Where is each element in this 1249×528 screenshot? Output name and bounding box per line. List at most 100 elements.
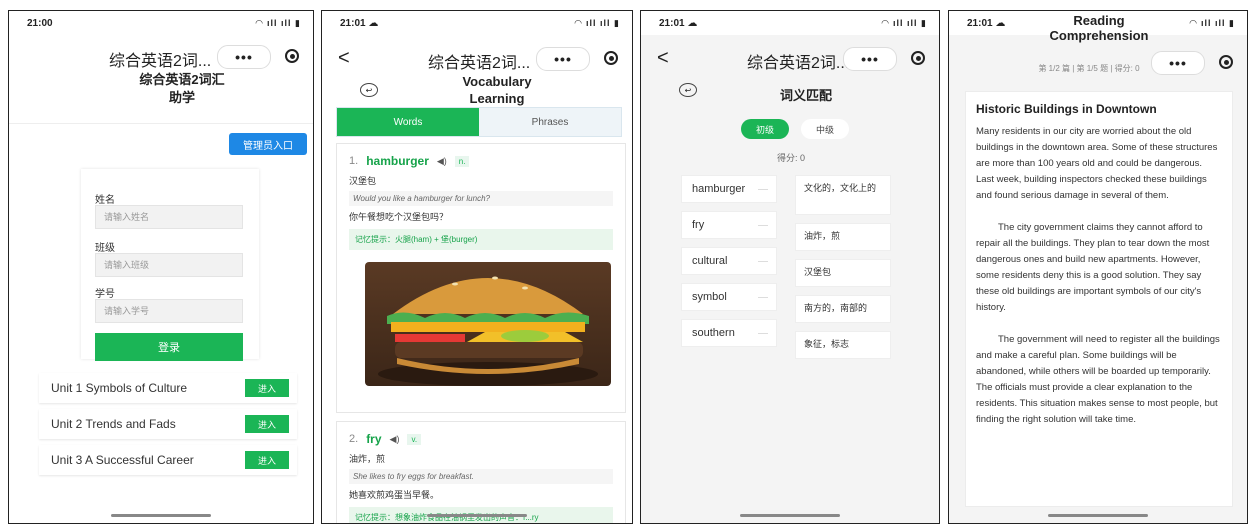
match-meaning-option[interactable]: 油炸，煎 <box>795 223 891 251</box>
more-menu-button[interactable]: ••• <box>843 47 897 71</box>
phone-screen-login: 21:00 ◠ ıll ıll ▮ 综合英语2词... ••• 综合英语2词汇 … <box>8 10 314 524</box>
enter-button[interactable]: 进入 <box>245 451 289 469</box>
page-title-line2: Learning <box>469 91 525 106</box>
word-card: 1. hamburger ◀) n. 汉堡包 Would you like a … <box>336 143 626 413</box>
unit-row[interactable]: Unit 3 A Successful Career 进入 <box>39 445 297 475</box>
part-of-speech-badge: v. <box>407 433 422 445</box>
page-title-line1: 综合英语2词汇 <box>139 72 225 87</box>
word-meaning: 汉堡包 <box>349 176 377 186</box>
tab-words[interactable]: Words <box>337 108 479 136</box>
hamburger-image <box>365 262 611 386</box>
status-time: 21:01 ☁ <box>340 17 379 29</box>
match-word-option[interactable]: hamburger <box>681 175 777 203</box>
unit-row[interactable]: Unit 2 Trends and Fads 进入 <box>39 409 297 439</box>
match-word-option[interactable]: fry <box>681 211 777 239</box>
page-title: Reading Comprehension <box>1019 13 1179 43</box>
status-bar: 21:01 ☁ ◠ ıll ıll ▮ <box>641 11 939 35</box>
page-title-line2: Comprehension <box>1049 28 1149 43</box>
login-form: 姓名 请输入姓名 班级 请输入班级 学号 请输入学号 登录 <box>81 169 259 361</box>
level-intermediate-button[interactable]: 中级 <box>801 119 849 139</box>
close-target-icon[interactable] <box>285 49 299 63</box>
close-target-icon[interactable] <box>911 51 925 65</box>
class-input[interactable]: 请输入班级 <box>95 253 243 277</box>
match-meaning-option[interactable]: 文化的，文化上的 <box>795 175 891 215</box>
name-label: 姓名 <box>95 195 115 206</box>
unit-name: Unit 2 Trends and Fads <box>51 417 176 431</box>
return-icon[interactable]: ↩ <box>360 83 378 97</box>
word-number: 2. <box>349 433 359 445</box>
status-time: 21:01 ☁ <box>967 17 1006 29</box>
student-id-label: 学号 <box>95 289 115 300</box>
status-time: 21:00 <box>27 17 53 29</box>
unit-row[interactable]: Unit 1 Symbols of Culture 进入 <box>39 373 297 403</box>
signal-battery-icon: ◠ ıll ıll ▮ <box>881 17 927 28</box>
nav-title: 综合英语2词... <box>109 53 212 70</box>
match-word-option[interactable]: southern <box>681 319 777 347</box>
signal-battery-icon: ◠ ıll ıll ▮ <box>1189 17 1235 28</box>
match-word-option[interactable]: cultural <box>681 247 777 275</box>
word-number: 1. <box>349 155 359 167</box>
return-icon[interactable]: ↩ <box>679 83 697 97</box>
nav-title: 综合英语2词... <box>747 55 850 72</box>
name-input[interactable]: 请输入姓名 <box>95 205 243 229</box>
passage-paragraph: The government will need to register all… <box>976 334 1220 425</box>
close-target-icon[interactable] <box>604 51 618 65</box>
unit-name: Unit 1 Symbols of Culture <box>51 381 188 395</box>
progress-text: 第 1/2 篇 | 第 1/5 题 | 得分: 0 <box>1038 64 1140 73</box>
signal-battery-icon: ◠ ıll ıll ▮ <box>255 17 301 28</box>
phone-screen-reading: 21:01 ☁ ◠ ıll ıll ▮ Reading Comprehensio… <box>948 10 1248 524</box>
match-meaning-option[interactable]: 汉堡包 <box>795 259 891 287</box>
word-text: hamburger <box>366 154 429 168</box>
word-meaning: 油炸，煎 <box>349 454 386 464</box>
enter-button[interactable]: 进入 <box>245 415 289 433</box>
more-menu-button[interactable]: ••• <box>536 47 590 71</box>
admin-entry-button[interactable]: 管理员入口 <box>229 133 307 155</box>
nav-title: 综合英语2词... <box>428 55 531 72</box>
tab-phrases[interactable]: Phrases <box>479 108 621 136</box>
memory-tip: 记忆提示：火腿(ham) + 堡(burger) <box>349 229 613 250</box>
match-meaning-option[interactable]: 象征，标志 <box>795 331 891 359</box>
match-meaning-option[interactable]: 南方的，南部的 <box>795 295 891 323</box>
word-header: 1. hamburger ◀) n. <box>337 144 625 168</box>
passage-paragraph: The city government claims they cannot a… <box>976 222 1210 313</box>
example-translation: 你午餐想吃个汉堡包吗？ <box>349 212 449 222</box>
passage-paragraph: Many residents in our city are worried a… <box>976 126 1218 201</box>
student-id-input[interactable]: 请输入学号 <box>95 299 243 323</box>
word-header: 2. fry ◀) v. <box>337 422 625 446</box>
back-arrow-icon[interactable]: < <box>657 47 669 70</box>
page-title-line1: Vocabulary <box>462 74 532 89</box>
page-title: Vocabulary Learning <box>412 73 582 107</box>
home-indicator <box>1048 514 1148 517</box>
page-title: 词义匹配 <box>779 88 832 103</box>
tab-bar: Words Phrases <box>336 107 622 137</box>
class-label: 班级 <box>95 243 115 254</box>
status-bar: 21:01 ☁ ◠ ıll ıll ▮ <box>322 11 632 35</box>
phone-screen-matching: 21:01 ☁ ◠ ıll ıll ▮ < 综合英语2词... ••• ↩ 词义… <box>640 10 940 524</box>
enter-button[interactable]: 进入 <box>245 379 289 397</box>
more-menu-button[interactable]: ••• <box>217 45 271 69</box>
status-bar: 21:00 ◠ ıll ıll ▮ <box>9 11 313 35</box>
example-sentence: She likes to fry eggs for breakfast. <box>349 469 613 484</box>
match-word-option[interactable]: symbol <box>681 283 777 311</box>
word-text: fry <box>366 432 382 446</box>
level-beginner-button[interactable]: 初级 <box>741 119 789 139</box>
word-card: 2. fry ◀) v. 油炸，煎 She likes to fry eggs … <box>336 421 626 523</box>
speaker-icon[interactable]: ◀) <box>390 434 400 445</box>
home-indicator <box>740 514 840 517</box>
signal-battery-icon: ◠ ıll ıll ▮ <box>574 17 620 28</box>
example-translation: 她喜欢煎鸡蛋当早餐。 <box>349 490 440 500</box>
page-title: 综合英语2词汇 助学 <box>69 71 295 107</box>
unit-name: Unit 3 A Successful Career <box>51 453 194 467</box>
close-target-icon[interactable] <box>1219 55 1233 69</box>
speaker-icon[interactable]: ◀) <box>437 156 447 167</box>
passage-title: Historic Buildings in Downtown <box>976 102 1157 116</box>
phone-screen-vocabulary: 21:01 ☁ ◠ ıll ıll ▮ < 综合英语2词... ••• ↩ Vo… <box>321 10 633 524</box>
back-arrow-icon[interactable]: < <box>338 47 350 70</box>
login-button[interactable]: 登录 <box>95 333 243 361</box>
home-indicator <box>111 514 211 517</box>
home-indicator <box>427 514 527 517</box>
example-sentence: Would you like a hamburger for lunch? <box>349 191 613 206</box>
page-title-line2: 助学 <box>168 90 195 105</box>
status-time: 21:01 ☁ <box>659 17 698 29</box>
page-title-line1: Reading <box>1073 13 1125 28</box>
